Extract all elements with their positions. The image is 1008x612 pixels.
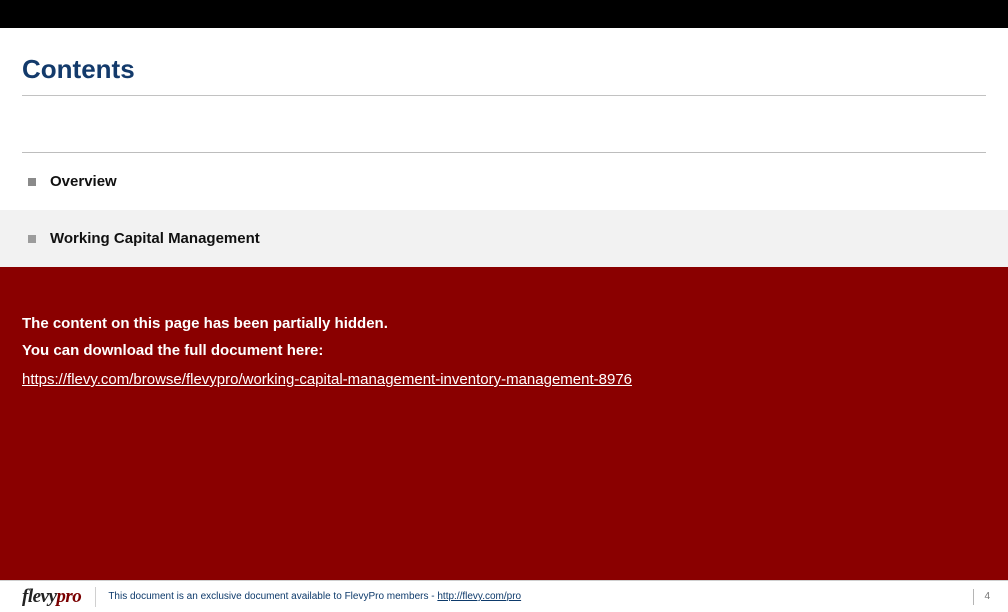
page-number-wrap: 4 bbox=[973, 581, 990, 612]
square-bullet-icon bbox=[28, 235, 36, 243]
toc-row-overview: Overview bbox=[22, 153, 986, 210]
square-bullet-icon bbox=[28, 178, 36, 186]
toc-item-label: Working Capital Management bbox=[50, 230, 260, 247]
logo-text-flevy: flevy bbox=[22, 586, 56, 608]
top-black-bar bbox=[0, 0, 1008, 28]
logo-text-pro: pro bbox=[56, 586, 81, 608]
footer-brand: FlevyPro bbox=[345, 591, 384, 602]
footer-divider bbox=[95, 587, 96, 607]
slide-page: Contents Overview Working Capital Manage… bbox=[0, 0, 1008, 612]
footer-link[interactable]: http://flevy.com/pro bbox=[437, 591, 521, 602]
footer-text: This document is an exclusive document a… bbox=[108, 591, 521, 602]
toc-item-label: Overview bbox=[50, 173, 117, 190]
flevypro-logo: flevypro bbox=[22, 586, 81, 608]
toc-row-working-capital: Working Capital Management bbox=[0, 210, 1008, 267]
title-area: Contents bbox=[0, 28, 1008, 106]
page-number-divider bbox=[973, 589, 974, 605]
hidden-content-banner: The content on this page has been partia… bbox=[0, 267, 1008, 580]
page-number: 4 bbox=[984, 591, 990, 602]
footer: flevypro This document is an exclusive d… bbox=[0, 580, 1008, 612]
download-link[interactable]: https://flevy.com/browse/flevypro/workin… bbox=[22, 371, 632, 388]
page-title: Contents bbox=[22, 54, 986, 85]
title-divider bbox=[22, 95, 986, 96]
hidden-notice-line2: You can download the full document here: bbox=[22, 342, 986, 359]
footer-prefix: This document is an exclusive document a… bbox=[108, 591, 344, 602]
footer-suffix: members - bbox=[384, 591, 437, 602]
contents-body: Overview Working Capital Management bbox=[0, 106, 1008, 267]
hidden-notice-line1: The content on this page has been partia… bbox=[22, 315, 986, 332]
